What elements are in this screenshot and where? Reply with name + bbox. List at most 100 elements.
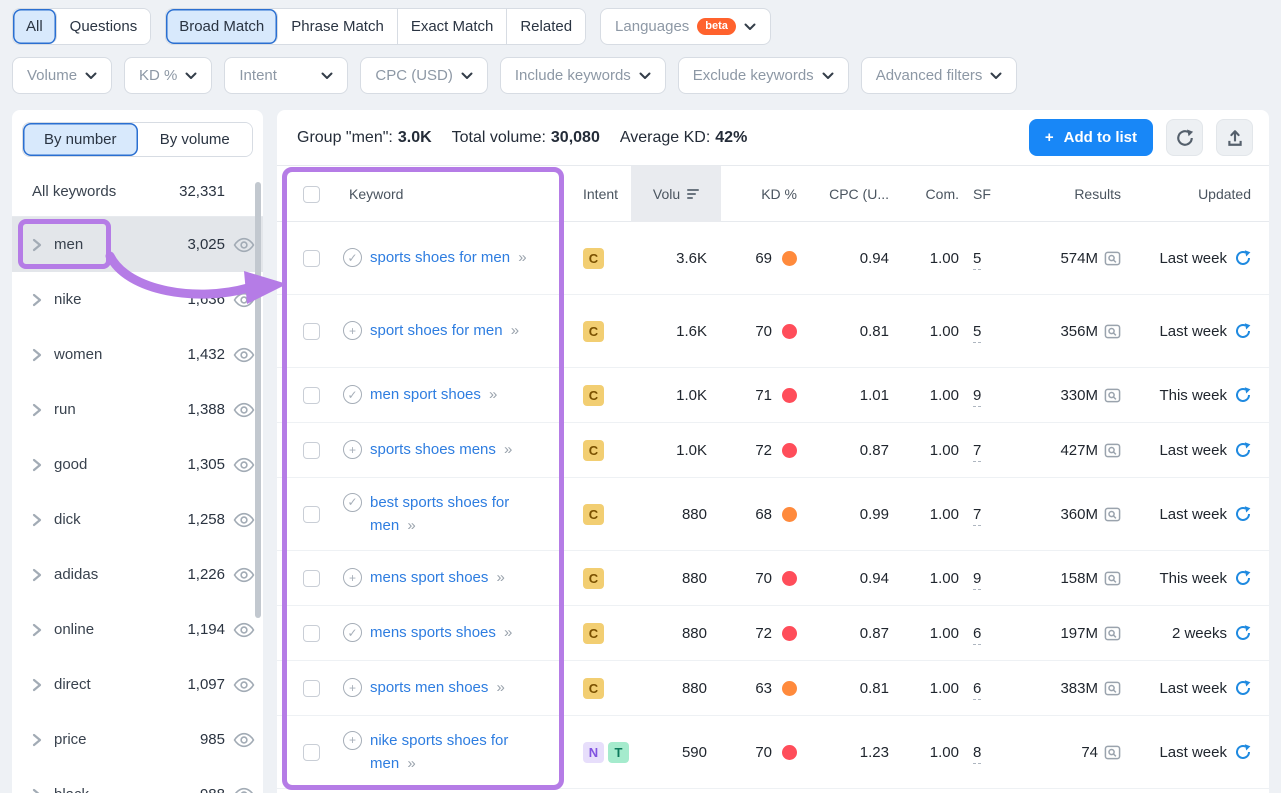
- sf-value[interactable]: 5: [973, 323, 981, 343]
- keyword-link[interactable]: men sport shoes: [370, 386, 481, 403]
- chevron-right-icon[interactable]: [32, 403, 42, 417]
- serp-snapshot-icon[interactable]: [1104, 250, 1121, 267]
- filter-kd[interactable]: KD %: [124, 57, 212, 94]
- keyword-link[interactable]: sports shoes for men: [370, 249, 510, 266]
- sf-value[interactable]: 9: [973, 387, 981, 407]
- refresh-keyword-icon[interactable]: [1235, 570, 1251, 586]
- refresh-keyword-icon[interactable]: [1235, 250, 1251, 266]
- sf-value[interactable]: 7: [973, 442, 981, 462]
- sidebar-group-item[interactable]: adidas 1,226: [12, 547, 263, 602]
- expand-keyword-icon[interactable]: »: [501, 441, 512, 458]
- serp-snapshot-icon[interactable]: [1104, 570, 1121, 587]
- sf-value[interactable]: 6: [973, 680, 981, 700]
- keyword-link[interactable]: mens sports shoes: [370, 624, 496, 641]
- eye-icon[interactable]: [233, 346, 255, 364]
- chevron-right-icon[interactable]: [32, 513, 42, 527]
- row-checkbox[interactable]: [303, 442, 320, 459]
- tab-phrase-match[interactable]: Phrase Match: [278, 9, 398, 44]
- refresh-keyword-icon[interactable]: [1235, 506, 1251, 522]
- column-header-results[interactable]: Results: [1009, 186, 1121, 202]
- column-header-cpc[interactable]: CPC (U...: [809, 186, 899, 202]
- expand-keyword-icon[interactable]: »: [501, 624, 512, 641]
- sidebar-group-item[interactable]: run 1,388: [12, 382, 263, 437]
- refresh-keyword-icon[interactable]: [1235, 625, 1251, 641]
- serp-snapshot-icon[interactable]: [1104, 387, 1121, 404]
- keyword-link[interactable]: sports men shoes: [370, 679, 488, 696]
- toggle-by-volume[interactable]: By volume: [138, 123, 253, 156]
- add-keyword-icon[interactable]: +: [343, 731, 362, 750]
- expand-keyword-icon[interactable]: »: [404, 755, 415, 772]
- chevron-right-icon[interactable]: [32, 733, 42, 747]
- chevron-right-icon[interactable]: [32, 238, 42, 252]
- refresh-keyword-icon[interactable]: [1235, 387, 1251, 403]
- row-checkbox[interactable]: [303, 387, 320, 404]
- row-checkbox[interactable]: [303, 250, 320, 267]
- row-checkbox[interactable]: [303, 506, 320, 523]
- column-header-volume[interactable]: Volu: [631, 166, 721, 222]
- chevron-right-icon[interactable]: [32, 348, 42, 362]
- keyword-link[interactable]: sports shoes mens: [370, 441, 496, 458]
- keyword-link[interactable]: mens sport shoes: [370, 569, 488, 586]
- expand-keyword-icon[interactable]: »: [515, 249, 526, 266]
- select-all-checkbox[interactable]: [303, 186, 320, 203]
- filter-include-keywords[interactable]: Include keywords: [500, 57, 666, 94]
- tab-exact-match[interactable]: Exact Match: [398, 9, 508, 44]
- keyword-link[interactable]: sport shoes for men: [370, 322, 503, 339]
- column-header-keyword[interactable]: Keyword: [329, 186, 567, 202]
- sidebar-group-item[interactable]: dick 1,258: [12, 492, 263, 547]
- sf-value[interactable]: 6: [973, 625, 981, 645]
- add-to-list-button[interactable]: +Add to list: [1029, 119, 1153, 156]
- eye-icon[interactable]: [233, 456, 255, 474]
- refresh-button[interactable]: [1166, 119, 1203, 156]
- chevron-right-icon[interactable]: [32, 458, 42, 472]
- sidebar-group-item[interactable]: black 988: [12, 767, 263, 793]
- sidebar-group-item[interactable]: direct 1,097: [12, 657, 263, 712]
- sidebar-all-keywords-row[interactable]: All keywords 32,331: [12, 167, 263, 217]
- chevron-right-icon[interactable]: [32, 678, 42, 692]
- languages-dropdown[interactable]: Languages beta: [600, 8, 771, 45]
- add-keyword-icon[interactable]: +: [343, 678, 362, 697]
- row-checkbox[interactable]: [303, 625, 320, 642]
- eye-icon[interactable]: [233, 401, 255, 419]
- chevron-right-icon[interactable]: [32, 623, 42, 637]
- refresh-keyword-icon[interactable]: [1235, 442, 1251, 458]
- added-check-icon[interactable]: ✓: [343, 493, 362, 512]
- sidebar-group-item[interactable]: price 985: [12, 712, 263, 767]
- tab-questions[interactable]: Questions: [57, 9, 151, 44]
- add-keyword-icon[interactable]: +: [343, 321, 362, 340]
- row-checkbox[interactable]: [303, 680, 320, 697]
- refresh-keyword-icon[interactable]: [1235, 323, 1251, 339]
- column-header-kd[interactable]: KD %: [721, 186, 809, 202]
- sidebar-group-item[interactable]: online 1,194: [12, 602, 263, 657]
- serp-snapshot-icon[interactable]: [1104, 323, 1121, 340]
- keyword-link[interactable]: best sports shoes for men: [370, 494, 509, 534]
- eye-icon[interactable]: [233, 236, 255, 254]
- serp-snapshot-icon[interactable]: [1104, 744, 1121, 761]
- eye-icon[interactable]: [233, 621, 255, 639]
- added-check-icon[interactable]: ✓: [343, 248, 362, 267]
- filter-cpc[interactable]: CPC (USD): [360, 57, 488, 94]
- expand-keyword-icon[interactable]: »: [493, 569, 504, 586]
- sf-value[interactable]: 9: [973, 570, 981, 590]
- expand-keyword-icon[interactable]: »: [404, 517, 415, 534]
- row-checkbox[interactable]: [303, 323, 320, 340]
- eye-icon[interactable]: [233, 566, 255, 584]
- row-checkbox[interactable]: [303, 570, 320, 587]
- keyword-link[interactable]: nike sports shoes for men: [370, 732, 508, 772]
- sf-value[interactable]: 5: [973, 250, 981, 270]
- eye-icon[interactable]: [233, 291, 255, 309]
- expand-keyword-icon[interactable]: »: [486, 386, 497, 403]
- column-header-com[interactable]: Com.: [899, 186, 959, 202]
- expand-keyword-icon[interactable]: »: [508, 322, 519, 339]
- added-check-icon[interactable]: ✓: [343, 385, 362, 404]
- serp-snapshot-icon[interactable]: [1104, 442, 1121, 459]
- row-checkbox[interactable]: [303, 744, 320, 761]
- sidebar-group-item[interactable]: good 1,305: [12, 437, 263, 492]
- added-check-icon[interactable]: ✓: [343, 623, 362, 642]
- sidebar-group-item[interactable]: women 1,432: [12, 327, 263, 382]
- eye-icon[interactable]: [233, 511, 255, 529]
- expand-keyword-icon[interactable]: »: [493, 679, 504, 696]
- column-header-sf[interactable]: SF: [959, 186, 1009, 202]
- sidebar-group-item[interactable]: nike 1,636: [12, 272, 263, 327]
- refresh-keyword-icon[interactable]: [1235, 680, 1251, 696]
